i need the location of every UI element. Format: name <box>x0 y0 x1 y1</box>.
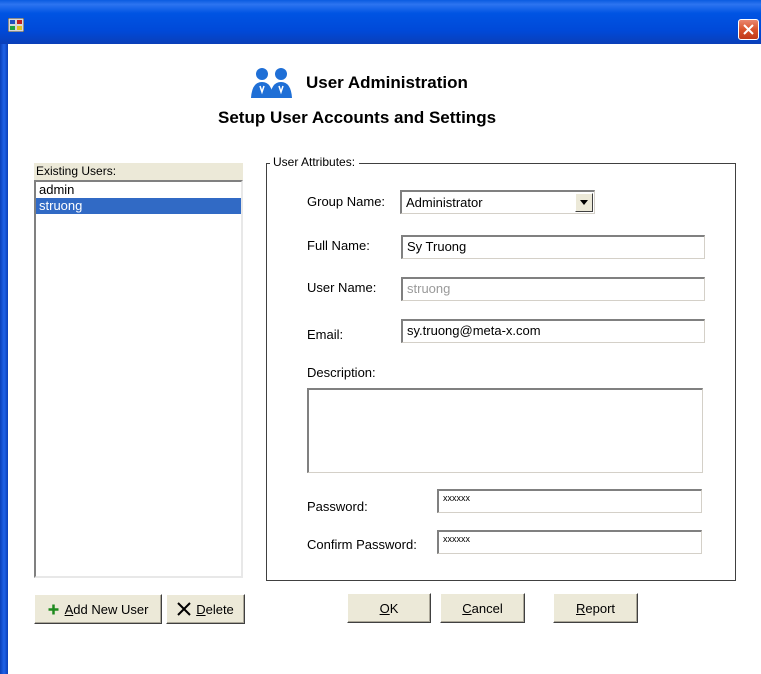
description-label: Description: <box>307 365 376 380</box>
email-field[interactable]: sy.truong@meta-x.com <box>401 319 705 343</box>
confirm-password-label: Confirm Password: <box>307 537 417 552</box>
users-icon <box>250 66 294 100</box>
list-item-struong[interactable]: struong <box>36 198 241 214</box>
full-name-label: Full Name: <box>307 238 370 253</box>
cancel-button[interactable]: Cancel <box>440 593 525 623</box>
user-name-label: User Name: <box>307 280 377 295</box>
page-subtitle: Setup User Accounts and Settings <box>218 108 497 127</box>
page-title: User Administration <box>306 73 468 92</box>
password-field[interactable]: xxxxxx <box>437 489 702 513</box>
group-name-select[interactable]: Administrator <box>400 190 595 214</box>
title-bar[interactable] <box>0 0 761 44</box>
x-icon <box>177 602 191 616</box>
plus-icon <box>48 604 59 614</box>
report-button[interactable]: Report <box>553 593 638 623</box>
dropdown-button[interactable] <box>575 193 593 212</box>
cancel-label: Cancel <box>462 600 503 616</box>
group-name-value: Administrator <box>406 195 483 210</box>
ok-button[interactable]: OK <box>347 593 431 623</box>
confirm-password-field[interactable]: xxxxxx <box>437 530 702 554</box>
report-label: Report <box>575 600 616 616</box>
close-button[interactable] <box>738 19 759 40</box>
user-name-field[interactable]: struong <box>401 277 705 301</box>
ok-label: OK <box>379 600 399 616</box>
password-label: Password: <box>307 499 368 514</box>
window-frame-left <box>0 44 8 674</box>
app-icon[interactable] <box>7 17 25 33</box>
add-new-user-label: Add New User <box>64 601 149 617</box>
group-name-label: Group Name: <box>307 194 386 209</box>
close-icon <box>743 24 754 35</box>
full-name-field[interactable]: Sy Truong <box>401 235 705 259</box>
chevron-down-icon <box>580 200 588 205</box>
add-new-user-button[interactable]: Add New User <box>34 594 162 624</box>
delete-label: Delete <box>196 601 234 617</box>
delete-button[interactable]: Delete <box>166 594 245 624</box>
user-attributes-legend: User Attributes: <box>270 155 360 169</box>
description-textarea[interactable] <box>307 388 703 473</box>
existing-users-label: Existing Users: <box>34 163 243 180</box>
email-label: Email: <box>307 327 344 342</box>
list-item-admin[interactable]: admin <box>36 182 241 198</box>
existing-users-list[interactable]: admin struong <box>34 180 243 578</box>
